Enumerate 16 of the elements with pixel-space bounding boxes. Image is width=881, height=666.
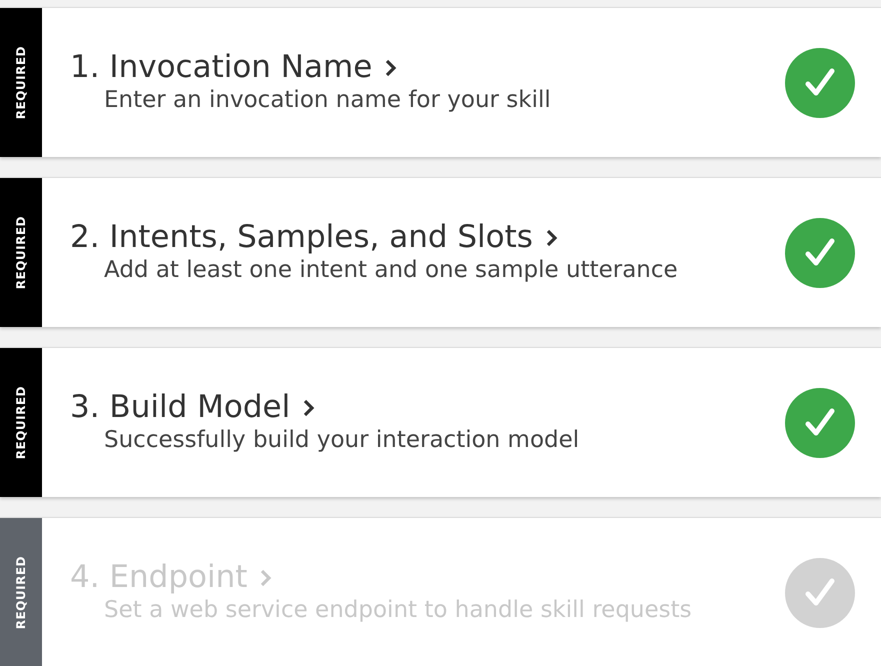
step-card[interactable]: REQUIRED 1. Invocation Name Enter an invocation name for your skill <box>0 7 881 157</box>
step-description: Enter an invocation name for your skill <box>103 86 552 116</box>
step-card[interactable]: REQUIRED 3. Build Model Successfully build your interaction model <box>0 347 881 497</box>
step-description: Successfully build your interaction model <box>103 426 580 456</box>
required-label: REQUIRED <box>13 386 29 460</box>
step-description: Add at least one intent and one sample utterance <box>103 256 679 286</box>
step-title[interactable]: 2. Intents, Samples, and Slots <box>70 218 533 256</box>
step-card[interactable]: REQUIRED 2. Intents, Samples, and Slots Add at least one intent and one sample utterance <box>0 177 881 327</box>
chevron-icon[interactable] <box>384 58 398 78</box>
step-title[interactable]: 1. Invocation Name <box>70 48 372 86</box>
step-title[interactable]: 3. Build Model <box>70 388 290 426</box>
chevron-icon[interactable] <box>544 228 559 248</box>
required-label: REQUIRED <box>13 46 29 120</box>
required-label: REQUIRED <box>13 556 29 630</box>
required-label: REQUIRED <box>13 216 29 290</box>
chevron-icon[interactable] <box>302 398 316 418</box>
